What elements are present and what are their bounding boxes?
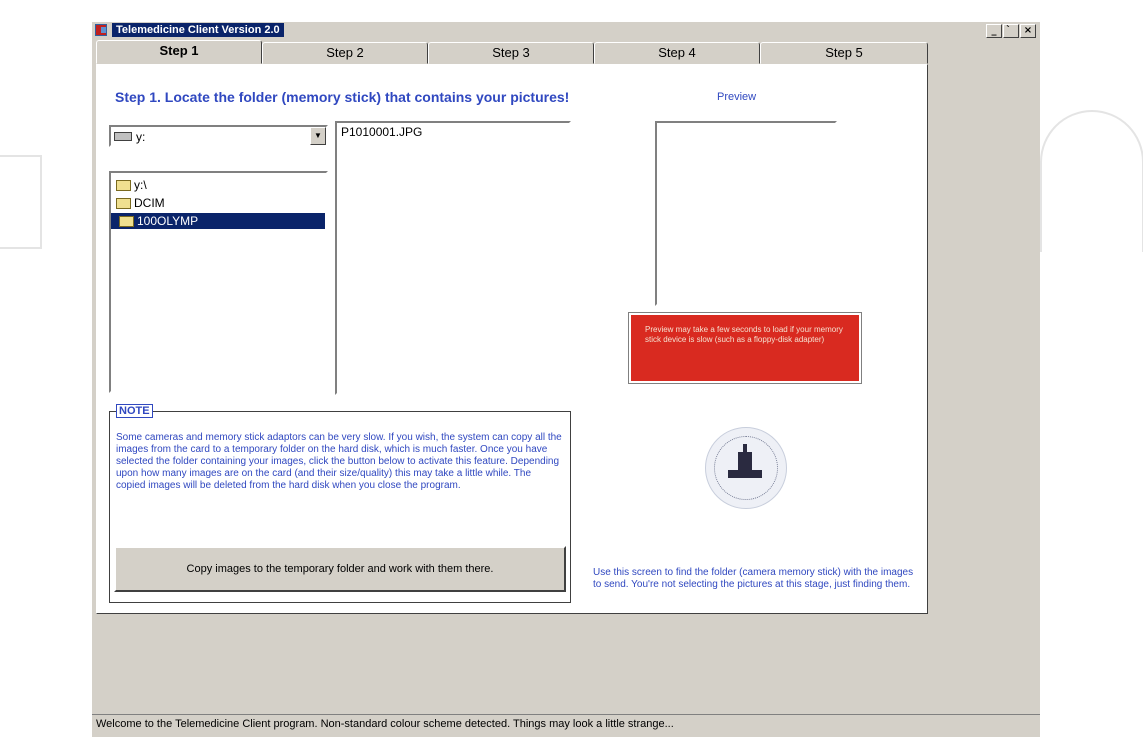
window-title: Telemedicine Client Version 2.0	[112, 23, 284, 37]
step-tabs: Step 1 Step 2 Step 3 Step 4 Step 5	[96, 40, 928, 64]
app-icon	[95, 24, 107, 36]
drive-select[interactable]: y: ▼	[109, 125, 328, 147]
preview-warning: Preview may take a few seconds to load i…	[628, 312, 862, 384]
note-legend: NOTE	[116, 404, 153, 418]
image-preview	[655, 121, 837, 306]
folder-icon	[119, 216, 134, 227]
drive-icon	[114, 132, 132, 141]
tree-item-label: 100OLYMP	[137, 214, 199, 228]
file-list-item[interactable]: P1010001.JPG	[341, 125, 422, 139]
note-group: NOTE Some cameras and memory stick adapt…	[109, 404, 571, 603]
title-bar[interactable]: Telemedicine Client Version 2.0	[92, 22, 1040, 38]
watermark-shape	[1040, 110, 1143, 252]
preview-label: Preview	[717, 91, 757, 103]
folder-icon	[116, 198, 131, 209]
dropdown-arrow-icon[interactable]: ▼	[310, 127, 326, 145]
step-1-page: Step 1. Locate the folder (memory stick)…	[96, 64, 928, 614]
note-text: Some cameras and memory stick adaptors c…	[116, 432, 562, 491]
tab-step-5[interactable]: Step 5	[760, 42, 928, 64]
drive-select-value: y:	[136, 130, 146, 144]
status-bar: Welcome to the Telemedicine Client progr…	[92, 714, 1040, 734]
watermark-shape	[0, 155, 42, 249]
minimize-button[interactable]: _	[986, 24, 1002, 38]
info-text: Use this screen to find the folder (came…	[593, 567, 914, 590]
seal-logo	[705, 427, 787, 509]
tab-label: Step 3	[492, 45, 530, 60]
tab-label: Step 1	[159, 43, 199, 58]
tab-label: Step 5	[825, 45, 863, 60]
tree-item-root[interactable]: y:\	[114, 177, 147, 193]
step-heading: Step 1. Locate the folder (memory stick)…	[115, 89, 570, 105]
tree-item-label: DCIM	[134, 196, 165, 210]
tree-item-100olymp[interactable]: 100OLYMP	[111, 213, 325, 229]
tab-step-2[interactable]: Step 2	[262, 42, 428, 64]
file-list[interactable]: P1010001.JPG	[335, 121, 571, 395]
folder-tree[interactable]: y:\ DCIM 100OLYMP	[109, 171, 328, 393]
tab-step-4[interactable]: Step 4	[594, 42, 760, 64]
folder-icon	[116, 180, 131, 191]
tab-label: Step 2	[326, 45, 364, 60]
close-icon: ×	[1023, 25, 1033, 36]
tree-item-dcim[interactable]: DCIM	[114, 195, 165, 211]
main-window: Telemedicine Client Version 2.0 Step 1 S…	[92, 22, 1040, 737]
close-button[interactable]: ×	[1020, 24, 1036, 38]
copy-images-button[interactable]: Copy images to the temporary folder and …	[114, 546, 566, 592]
tab-label: Step 4	[658, 45, 696, 60]
status-text: Welcome to the Telemedicine Client progr…	[96, 718, 674, 730]
preview-warning-text: Preview may take a few seconds to load i…	[645, 325, 843, 344]
tree-item-label: y:\	[134, 178, 147, 192]
minimize-icon: _	[991, 25, 997, 36]
maximize-button[interactable]: ̀	[1003, 24, 1019, 38]
tab-step-3[interactable]: Step 3	[428, 42, 594, 64]
seal-tower-icon	[728, 444, 762, 478]
tab-step-1[interactable]: Step 1	[96, 40, 262, 64]
